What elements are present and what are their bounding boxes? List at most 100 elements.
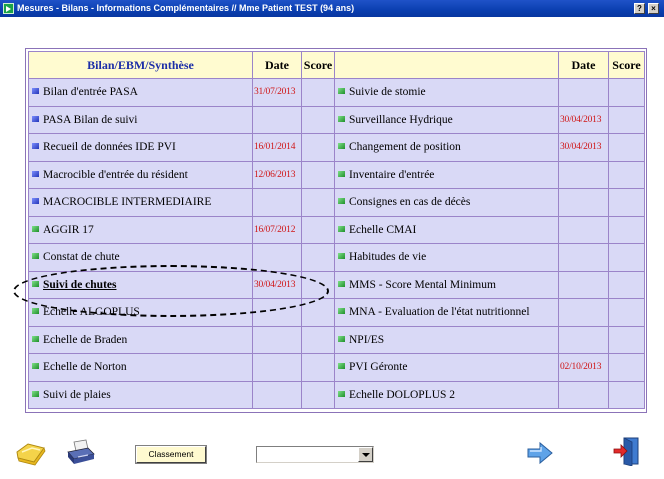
table-row: Echelle ALGOPLUS MNA - Evaluation de l'ét… — [28, 298, 645, 327]
bilan-item-label: MMS - Score Mental Minimum — [349, 278, 496, 291]
bilan-item-right[interactable]: Consignes en cas de décès — [334, 188, 559, 217]
bullet-icon — [32, 390, 39, 397]
bilan-item-label: Inventaire d'entrée — [349, 168, 435, 181]
score-cell — [608, 133, 645, 162]
score-cell — [301, 133, 335, 162]
bullet-icon — [32, 253, 39, 260]
header-bilan: Bilan/EBM/Synthèse — [28, 51, 253, 79]
bilan-item-label: PVI Géronte — [349, 361, 408, 374]
bilan-item-label: AGGIR 17 — [43, 223, 94, 236]
table-row: MACROCIBLE INTERMEDIAIRE Consignes en cas… — [28, 188, 645, 217]
table-row: PASA Bilan de suivi Surveillance Hydrique… — [28, 105, 645, 134]
app-icon — [3, 3, 14, 14]
table-header-row: Bilan/EBM/Synthèse Date Score Date Score — [28, 51, 645, 79]
score-cell — [301, 270, 335, 299]
bilan-item-label: Echelle CMAI — [349, 223, 417, 236]
bilan-item-left[interactable]: Macrocible d'entrée du résident — [28, 160, 253, 189]
bilan-item-right[interactable]: Habitudes de vie — [334, 243, 559, 272]
table-row: AGGIR 17 16/07/2012 Echelle CMAI — [28, 215, 645, 244]
bilan-item-left[interactable]: Bilan d'entrée PASA — [28, 78, 253, 107]
score-cell — [608, 380, 645, 409]
score-cell — [301, 188, 335, 217]
table-row: Recueil de données IDE PVI 16/01/2014 Chan… — [28, 133, 645, 162]
bilan-item-left[interactable]: Suivi de plaies — [28, 380, 253, 409]
bilan-item-label: MNA - Evaluation de l'état nutritionnel — [349, 306, 530, 319]
bilan-item-label: Echelle ALGOPLUS — [43, 306, 140, 319]
bullet-icon — [338, 170, 345, 177]
bilan-item-left[interactable]: Suivi de chutes — [28, 270, 253, 299]
window-title: Mesures - Bilans - Informations Compléme… — [17, 3, 355, 13]
bilan-item-right[interactable]: Echelle CMAI — [334, 215, 559, 244]
bilan-item-right[interactable]: Echelle DOLOPLUS 2 — [334, 380, 559, 409]
bilan-item-label: Surveillance Hydrique — [349, 113, 453, 126]
next-arrow-icon[interactable] — [526, 441, 554, 465]
bilan-item-right[interactable]: MMS - Score Mental Minimum — [334, 270, 559, 299]
date-cell — [252, 188, 302, 217]
score-cell — [301, 215, 335, 244]
bilan-item-label: Echelle de Braden — [43, 333, 128, 346]
folder-icon[interactable] — [14, 440, 48, 466]
bilan-item-left[interactable]: Echelle ALGOPLUS — [28, 298, 253, 327]
classement-select[interactable] — [256, 446, 374, 463]
bullet-icon — [338, 363, 345, 370]
date-cell: 31/07/2013 — [252, 78, 302, 107]
bullet-icon — [32, 280, 39, 287]
bilan-item-label: Recueil de données IDE PVI — [43, 141, 176, 154]
bullet-icon — [338, 143, 345, 150]
date-cell — [558, 298, 609, 327]
bilan-item-left[interactable]: Constat de chute — [28, 243, 253, 272]
bilan-item-left[interactable]: Recueil de données IDE PVI — [28, 133, 253, 162]
bilan-item-left[interactable]: AGGIR 17 — [28, 215, 253, 244]
classement-button[interactable]: Classement — [135, 445, 207, 464]
close-button[interactable]: × — [648, 3, 659, 14]
exit-door-icon[interactable] — [612, 436, 640, 466]
date-cell — [252, 353, 302, 382]
bullet-icon — [338, 335, 345, 342]
bilan-item-right[interactable]: NPI/ES — [334, 325, 559, 354]
date-cell — [252, 325, 302, 354]
bilan-item-label: Macrocible d'entrée du résident — [43, 168, 188, 181]
bullet-icon — [338, 390, 345, 397]
bullet-icon — [32, 115, 39, 122]
bilan-item-right[interactable]: MNA - Evaluation de l'état nutritionnel — [334, 298, 559, 327]
bullet-icon — [338, 225, 345, 232]
bullet-icon — [32, 170, 39, 177]
bullet-icon — [32, 143, 39, 150]
date-cell: 16/01/2014 — [252, 133, 302, 162]
date-cell: 30/04/2013 — [252, 270, 302, 299]
bilan-item-left[interactable]: MACROCIBLE INTERMEDIAIRE — [28, 188, 253, 217]
bullet-icon — [32, 335, 39, 342]
help-button[interactable]: ? — [634, 3, 645, 14]
bilan-item-label: Suivie de stomie — [349, 86, 426, 99]
date-cell — [252, 380, 302, 409]
table-row: Echelle de Braden NPI/ES — [28, 325, 645, 354]
bilan-item-label: Constat de chute — [43, 251, 120, 264]
bilan-item-right[interactable]: Inventaire d'entrée — [334, 160, 559, 189]
bilan-item-left[interactable]: Echelle de Norton — [28, 353, 253, 382]
header-right-label — [334, 51, 559, 79]
bilan-item-right[interactable]: Changement de position — [334, 133, 559, 162]
bilan-item-right[interactable]: Suivie de stomie — [334, 78, 559, 107]
table-row: Macrocible d'entrée du résident 12/06/201… — [28, 160, 645, 189]
date-cell — [558, 325, 609, 354]
header-score-right: Score — [608, 51, 645, 79]
header-date-right: Date — [558, 51, 609, 79]
score-cell — [608, 215, 645, 244]
bilan-item-label: Echelle DOLOPLUS 2 — [349, 388, 456, 401]
score-cell — [608, 78, 645, 107]
bilan-item-left[interactable]: Echelle de Braden — [28, 325, 253, 354]
chevron-down-icon[interactable] — [358, 447, 373, 462]
score-cell — [301, 325, 335, 354]
bilan-item-label: Suivi de chutes — [43, 278, 117, 291]
date-cell — [558, 215, 609, 244]
bilan-item-right[interactable]: PVI Géronte — [334, 353, 559, 382]
bilan-item-left[interactable]: PASA Bilan de suivi — [28, 105, 253, 134]
bilan-item-right[interactable]: Surveillance Hydrique — [334, 105, 559, 134]
printer-icon[interactable] — [64, 438, 98, 466]
table-row: Suivi de chutes 30/04/2013 MMS - Score Men… — [28, 270, 645, 299]
header-score-left: Score — [301, 51, 335, 79]
bilan-item-label: Bilan d'entrée PASA — [43, 86, 138, 99]
score-cell — [301, 160, 335, 189]
bullet-icon — [338, 253, 345, 260]
bilan-item-label: Consignes en cas de décès — [349, 196, 471, 209]
